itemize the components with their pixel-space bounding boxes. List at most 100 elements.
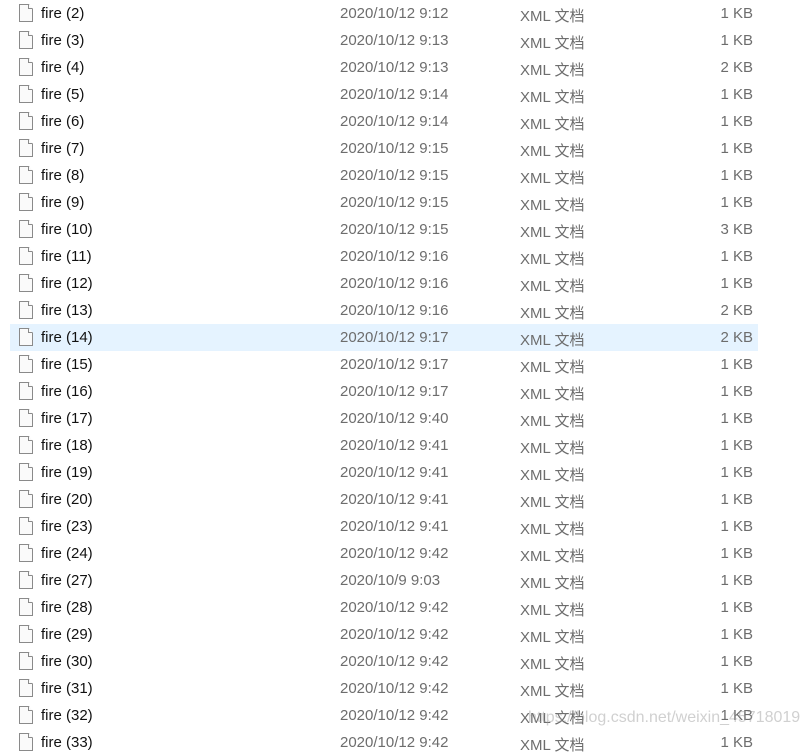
- file-row[interactable]: fire (13) 2020/10/12 9:16 XML 文档 2 KB: [10, 297, 758, 324]
- file-date: 2020/10/12 9:41: [340, 437, 449, 454]
- file-row[interactable]: fire (9) 2020/10/12 9:15 XML 文档 1 KB: [10, 189, 758, 216]
- file-name: fire (2): [41, 5, 85, 22]
- file-row[interactable]: fire (6) 2020/10/12 9:14 XML 文档 1 KB: [10, 108, 758, 135]
- file-row[interactable]: fire (27) 2020/10/9 9:03 XML 文档 1 KB: [10, 567, 758, 594]
- file-size: 1 KB: [720, 464, 753, 481]
- file-type: XML 文档: [520, 8, 585, 25]
- file-type: XML 文档: [520, 332, 585, 349]
- file-name: fire (32): [41, 707, 93, 724]
- file-date: 2020/10/12 9:42: [340, 680, 449, 697]
- file-type: XML 文档: [520, 494, 585, 511]
- file-row[interactable]: fire (14) 2020/10/12 9:17 XML 文档 2 KB: [10, 324, 758, 351]
- file-row[interactable]: fire (3) 2020/10/12 9:13 XML 文档 1 KB: [10, 27, 758, 54]
- file-row[interactable]: fire (12) 2020/10/12 9:16 XML 文档 1 KB: [10, 270, 758, 297]
- file-type: XML 文档: [520, 89, 585, 106]
- file-date: 2020/10/12 9:42: [340, 545, 449, 562]
- file-row[interactable]: fire (10) 2020/10/12 9:15 XML 文档 3 KB: [10, 216, 758, 243]
- file-name: fire (10): [41, 221, 93, 238]
- file-name: fire (30): [41, 653, 93, 670]
- file-row[interactable]: fire (31) 2020/10/12 9:42 XML 文档 1 KB: [10, 675, 758, 702]
- file-type: XML 文档: [520, 278, 585, 295]
- file-type: XML 文档: [520, 143, 585, 160]
- file-date: 2020/10/12 9:16: [340, 275, 449, 292]
- file-row[interactable]: fire (11) 2020/10/12 9:16 XML 文档 1 KB: [10, 243, 758, 270]
- file-date: 2020/10/9 9:03: [340, 572, 441, 589]
- file-icon: [19, 652, 33, 670]
- file-icon: [19, 274, 33, 292]
- file-name: fire (14): [41, 329, 93, 346]
- file-date: 2020/10/12 9:13: [340, 32, 449, 49]
- file-name: fire (4): [41, 59, 85, 76]
- file-icon: [19, 85, 33, 103]
- file-row[interactable]: fire (8) 2020/10/12 9:15 XML 文档 1 KB: [10, 162, 758, 189]
- file-type: XML 文档: [520, 683, 585, 700]
- file-type: XML 文档: [520, 656, 585, 673]
- file-type: XML 文档: [520, 602, 585, 619]
- file-date: 2020/10/12 9:42: [340, 599, 449, 616]
- file-size: 1 KB: [720, 680, 753, 697]
- file-row[interactable]: fire (30) 2020/10/12 9:42 XML 文档 1 KB: [10, 648, 758, 675]
- file-date: 2020/10/12 9:14: [340, 113, 449, 130]
- file-icon: [19, 463, 33, 481]
- file-date: 2020/10/12 9:41: [340, 491, 449, 508]
- file-date: 2020/10/12 9:42: [340, 653, 449, 670]
- file-icon: [19, 733, 33, 751]
- file-row[interactable]: fire (17) 2020/10/12 9:40 XML 文档 1 KB: [10, 405, 758, 432]
- file-icon: [19, 382, 33, 400]
- file-type: XML 文档: [520, 35, 585, 52]
- file-row[interactable]: fire (2) 2020/10/12 9:12 XML 文档 1 KB: [10, 0, 758, 27]
- file-type: XML 文档: [520, 251, 585, 268]
- file-row[interactable]: fire (29) 2020/10/12 9:42 XML 文档 1 KB: [10, 621, 758, 648]
- file-icon: [19, 4, 33, 22]
- file-icon: [19, 679, 33, 697]
- file-name: fire (16): [41, 383, 93, 400]
- file-name: fire (27): [41, 572, 93, 589]
- file-name: fire (17): [41, 410, 93, 427]
- file-row[interactable]: fire (16) 2020/10/12 9:17 XML 文档 1 KB: [10, 378, 758, 405]
- file-icon: [19, 355, 33, 373]
- file-name: fire (12): [41, 275, 93, 292]
- file-icon: [19, 409, 33, 427]
- file-type: XML 文档: [520, 737, 585, 754]
- file-name: fire (3): [41, 32, 85, 49]
- file-size: 1 KB: [720, 356, 753, 373]
- file-row[interactable]: fire (24) 2020/10/12 9:42 XML 文档 1 KB: [10, 540, 758, 567]
- file-size: 2 KB: [720, 59, 753, 76]
- file-size: 1 KB: [720, 626, 753, 643]
- file-size: 1 KB: [720, 437, 753, 454]
- file-row[interactable]: fire (4) 2020/10/12 9:13 XML 文档 2 KB: [10, 54, 758, 81]
- file-row[interactable]: fire (5) 2020/10/12 9:14 XML 文档 1 KB: [10, 81, 758, 108]
- file-date: 2020/10/12 9:17: [340, 329, 449, 346]
- file-name: fire (5): [41, 86, 85, 103]
- file-row[interactable]: fire (28) 2020/10/12 9:42 XML 文档 1 KB: [10, 594, 758, 621]
- file-name: fire (33): [41, 734, 93, 751]
- file-row[interactable]: fire (23) 2020/10/12 9:41 XML 文档 1 KB: [10, 513, 758, 540]
- file-size: 1 KB: [720, 734, 753, 751]
- file-date: 2020/10/12 9:13: [340, 59, 449, 76]
- file-type: XML 文档: [520, 116, 585, 133]
- file-size: 1 KB: [720, 410, 753, 427]
- file-icon: [19, 58, 33, 76]
- file-row[interactable]: fire (15) 2020/10/12 9:17 XML 文档 1 KB: [10, 351, 758, 378]
- file-name: fire (11): [41, 248, 92, 265]
- file-icon: [19, 139, 33, 157]
- file-size: 1 KB: [720, 86, 753, 103]
- file-name: fire (15): [41, 356, 93, 373]
- file-icon: [19, 31, 33, 49]
- file-icon: [19, 598, 33, 616]
- file-row[interactable]: fire (33) 2020/10/12 9:42 XML 文档 1 KB: [10, 729, 758, 756]
- file-icon: [19, 301, 33, 319]
- file-type: XML 文档: [520, 62, 585, 79]
- file-row[interactable]: fire (18) 2020/10/12 9:41 XML 文档 1 KB: [10, 432, 758, 459]
- file-type: XML 文档: [520, 359, 585, 376]
- file-name: fire (19): [41, 464, 93, 481]
- file-row[interactable]: fire (19) 2020/10/12 9:41 XML 文档 1 KB: [10, 459, 758, 486]
- file-size: 1 KB: [720, 599, 753, 616]
- file-date: 2020/10/12 9:17: [340, 356, 449, 373]
- file-row[interactable]: fire (7) 2020/10/12 9:15 XML 文档 1 KB: [10, 135, 758, 162]
- file-size: 1 KB: [720, 248, 753, 265]
- file-name: fire (28): [41, 599, 93, 616]
- file-type: XML 文档: [520, 305, 585, 322]
- file-date: 2020/10/12 9:15: [340, 194, 449, 211]
- file-row[interactable]: fire (20) 2020/10/12 9:41 XML 文档 1 KB: [10, 486, 758, 513]
